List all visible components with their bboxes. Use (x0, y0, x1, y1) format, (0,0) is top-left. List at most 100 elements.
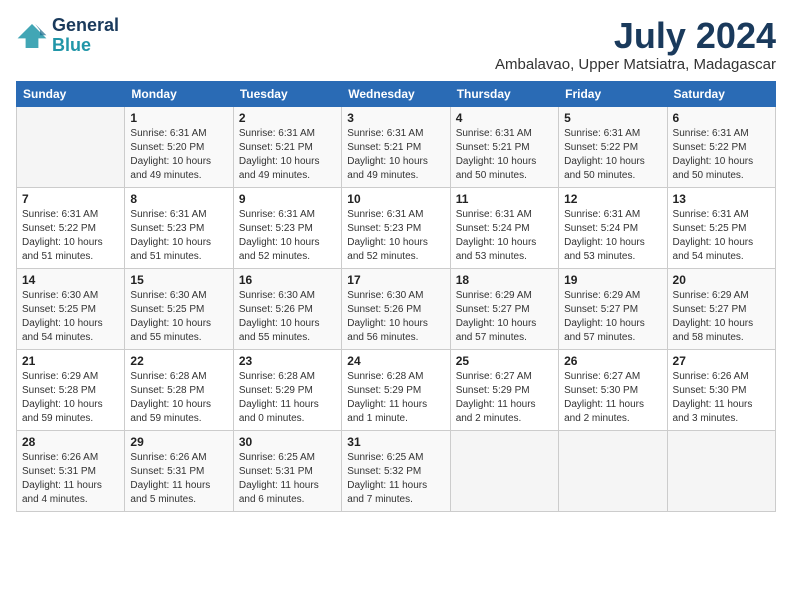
day-number: 9 (239, 192, 336, 206)
calendar-week-1: 1 Sunrise: 6:31 AM Sunset: 5:20 PM Daylig… (17, 106, 776, 187)
day-header-sunday: Sunday (17, 81, 125, 106)
day-info: Sunrise: 6:29 AM Sunset: 5:27 PM Dayligh… (673, 289, 770, 345)
day-info: Sunrise: 6:29 AM Sunset: 5:27 PM Dayligh… (564, 289, 661, 345)
calendar-cell: 1 Sunrise: 6:31 AM Sunset: 5:20 PM Daylig… (125, 106, 233, 187)
calendar-table: SundayMondayTuesdayWednesdayThursdayFrid… (16, 81, 776, 512)
day-number: 18 (456, 273, 553, 287)
day-info: Sunrise: 6:31 AM Sunset: 5:22 PM Dayligh… (673, 127, 770, 183)
calendar-cell: 10 Sunrise: 6:31 AM Sunset: 5:23 PM Dayli… (342, 187, 450, 268)
day-number: 20 (673, 273, 770, 287)
calendar-cell (667, 430, 775, 511)
day-info: Sunrise: 6:30 AM Sunset: 5:26 PM Dayligh… (347, 289, 444, 345)
day-info: Sunrise: 6:31 AM Sunset: 5:23 PM Dayligh… (347, 208, 444, 264)
day-info: Sunrise: 6:31 AM Sunset: 5:24 PM Dayligh… (456, 208, 553, 264)
day-number: 25 (456, 354, 553, 368)
day-info: Sunrise: 6:30 AM Sunset: 5:25 PM Dayligh… (130, 289, 227, 345)
calendar-cell: 20 Sunrise: 6:29 AM Sunset: 5:27 PM Dayli… (667, 268, 775, 349)
day-number: 14 (22, 273, 119, 287)
calendar-cell: 23Sunrise: 6:28 AM Sunset: 5:29 PM Dayli… (233, 349, 341, 430)
calendar-cell: 2 Sunrise: 6:31 AM Sunset: 5:21 PM Daylig… (233, 106, 341, 187)
day-info: Sunrise: 6:30 AM Sunset: 5:26 PM Dayligh… (239, 289, 336, 345)
day-info: Sunrise: 6:25 AM Sunset: 5:31 PM Dayligh… (239, 451, 336, 507)
day-header-wednesday: Wednesday (342, 81, 450, 106)
day-info: Sunrise: 6:31 AM Sunset: 5:24 PM Dayligh… (564, 208, 661, 264)
logo-icon (16, 22, 48, 50)
day-info: Sunrise: 6:28 AM Sunset: 5:28 PM Dayligh… (130, 370, 227, 426)
calendar-cell: 6Sunrise: 6:31 AM Sunset: 5:22 PM Daylig… (667, 106, 775, 187)
day-number: 8 (130, 192, 227, 206)
day-info: Sunrise: 6:26 AM Sunset: 5:31 PM Dayligh… (22, 451, 119, 507)
day-number: 17 (347, 273, 444, 287)
day-info: Sunrise: 6:31 AM Sunset: 5:21 PM Dayligh… (456, 127, 553, 183)
calendar-week-2: 7Sunrise: 6:31 AM Sunset: 5:22 PM Daylig… (17, 187, 776, 268)
day-number: 5 (564, 111, 661, 125)
logo: General Blue (16, 16, 119, 56)
logo-text: General Blue (52, 16, 119, 56)
day-info: Sunrise: 6:25 AM Sunset: 5:32 PM Dayligh… (347, 451, 444, 507)
calendar-cell: 7Sunrise: 6:31 AM Sunset: 5:22 PM Daylig… (17, 187, 125, 268)
calendar-cell: 29 Sunrise: 6:26 AM Sunset: 5:31 PM Dayli… (125, 430, 233, 511)
day-info: Sunrise: 6:30 AM Sunset: 5:25 PM Dayligh… (22, 289, 119, 345)
day-info: Sunrise: 6:31 AM Sunset: 5:21 PM Dayligh… (239, 127, 336, 183)
calendar-cell: 3Sunrise: 6:31 AM Sunset: 5:21 PM Daylig… (342, 106, 450, 187)
day-number: 26 (564, 354, 661, 368)
calendar-cell: 4 Sunrise: 6:31 AM Sunset: 5:21 PM Daylig… (450, 106, 558, 187)
calendar-cell: 16Sunrise: 6:30 AM Sunset: 5:26 PM Dayli… (233, 268, 341, 349)
calendar-week-4: 21Sunrise: 6:29 AM Sunset: 5:28 PM Dayli… (17, 349, 776, 430)
day-number: 13 (673, 192, 770, 206)
day-number: 31 (347, 435, 444, 449)
day-header-friday: Friday (559, 81, 667, 106)
day-info: Sunrise: 6:29 AM Sunset: 5:27 PM Dayligh… (456, 289, 553, 345)
day-number: 3 (347, 111, 444, 125)
day-number: 23 (239, 354, 336, 368)
day-info: Sunrise: 6:28 AM Sunset: 5:29 PM Dayligh… (347, 370, 444, 426)
day-number: 27 (673, 354, 770, 368)
day-info: Sunrise: 6:26 AM Sunset: 5:31 PM Dayligh… (130, 451, 227, 507)
calendar-cell: 17 Sunrise: 6:30 AM Sunset: 5:26 PM Dayli… (342, 268, 450, 349)
calendar-cell: 21Sunrise: 6:29 AM Sunset: 5:28 PM Dayli… (17, 349, 125, 430)
calendar-cell: 13 Sunrise: 6:31 AM Sunset: 5:25 PM Dayli… (667, 187, 775, 268)
day-info: Sunrise: 6:27 AM Sunset: 5:29 PM Dayligh… (456, 370, 553, 426)
calendar-cell: 30 Sunrise: 6:25 AM Sunset: 5:31 PM Dayli… (233, 430, 341, 511)
day-number: 30 (239, 435, 336, 449)
calendar-cell: 24 Sunrise: 6:28 AM Sunset: 5:29 PM Dayli… (342, 349, 450, 430)
day-info: Sunrise: 6:31 AM Sunset: 5:22 PM Dayligh… (22, 208, 119, 264)
day-info: Sunrise: 6:31 AM Sunset: 5:20 PM Dayligh… (130, 127, 227, 183)
calendar-week-5: 28 Sunrise: 6:26 AM Sunset: 5:31 PM Dayli… (17, 430, 776, 511)
day-info: Sunrise: 6:31 AM Sunset: 5:23 PM Dayligh… (130, 208, 227, 264)
day-info: Sunrise: 6:31 AM Sunset: 5:22 PM Dayligh… (564, 127, 661, 183)
day-number: 4 (456, 111, 553, 125)
day-number: 15 (130, 273, 227, 287)
day-header-monday: Monday (125, 81, 233, 106)
calendar-cell: 12 Sunrise: 6:31 AM Sunset: 5:24 PM Dayli… (559, 187, 667, 268)
calendar-cell (17, 106, 125, 187)
day-number: 29 (130, 435, 227, 449)
day-number: 19 (564, 273, 661, 287)
page-header: General Blue July 2024 Ambalavao, Upper … (16, 16, 776, 73)
calendar-cell: 31 Sunrise: 6:25 AM Sunset: 5:32 PM Dayli… (342, 430, 450, 511)
calendar-cell: 18 Sunrise: 6:29 AM Sunset: 5:27 PM Dayli… (450, 268, 558, 349)
calendar-cell: 22 Sunrise: 6:28 AM Sunset: 5:28 PM Dayli… (125, 349, 233, 430)
day-number: 22 (130, 354, 227, 368)
calendar-cell (559, 430, 667, 511)
calendar-cell: 19 Sunrise: 6:29 AM Sunset: 5:27 PM Dayli… (559, 268, 667, 349)
calendar-cell: 26 Sunrise: 6:27 AM Sunset: 5:30 PM Dayli… (559, 349, 667, 430)
day-header-thursday: Thursday (450, 81, 558, 106)
day-number: 10 (347, 192, 444, 206)
day-number: 2 (239, 111, 336, 125)
day-number: 24 (347, 354, 444, 368)
calendar-week-3: 14 Sunrise: 6:30 AM Sunset: 5:25 PM Dayli… (17, 268, 776, 349)
day-info: Sunrise: 6:31 AM Sunset: 5:25 PM Dayligh… (673, 208, 770, 264)
day-number: 12 (564, 192, 661, 206)
day-header-saturday: Saturday (667, 81, 775, 106)
calendar-header-row: SundayMondayTuesdayWednesdayThursdayFrid… (17, 81, 776, 106)
day-info: Sunrise: 6:27 AM Sunset: 5:30 PM Dayligh… (564, 370, 661, 426)
day-number: 1 (130, 111, 227, 125)
calendar-cell: 25 Sunrise: 6:27 AM Sunset: 5:29 PM Dayli… (450, 349, 558, 430)
day-info: Sunrise: 6:31 AM Sunset: 5:23 PM Dayligh… (239, 208, 336, 264)
calendar-cell: 28 Sunrise: 6:26 AM Sunset: 5:31 PM Dayli… (17, 430, 125, 511)
calendar-cell: 27Sunrise: 6:26 AM Sunset: 5:30 PM Dayli… (667, 349, 775, 430)
month-year: July 2024 (495, 16, 776, 56)
day-number: 28 (22, 435, 119, 449)
day-header-tuesday: Tuesday (233, 81, 341, 106)
